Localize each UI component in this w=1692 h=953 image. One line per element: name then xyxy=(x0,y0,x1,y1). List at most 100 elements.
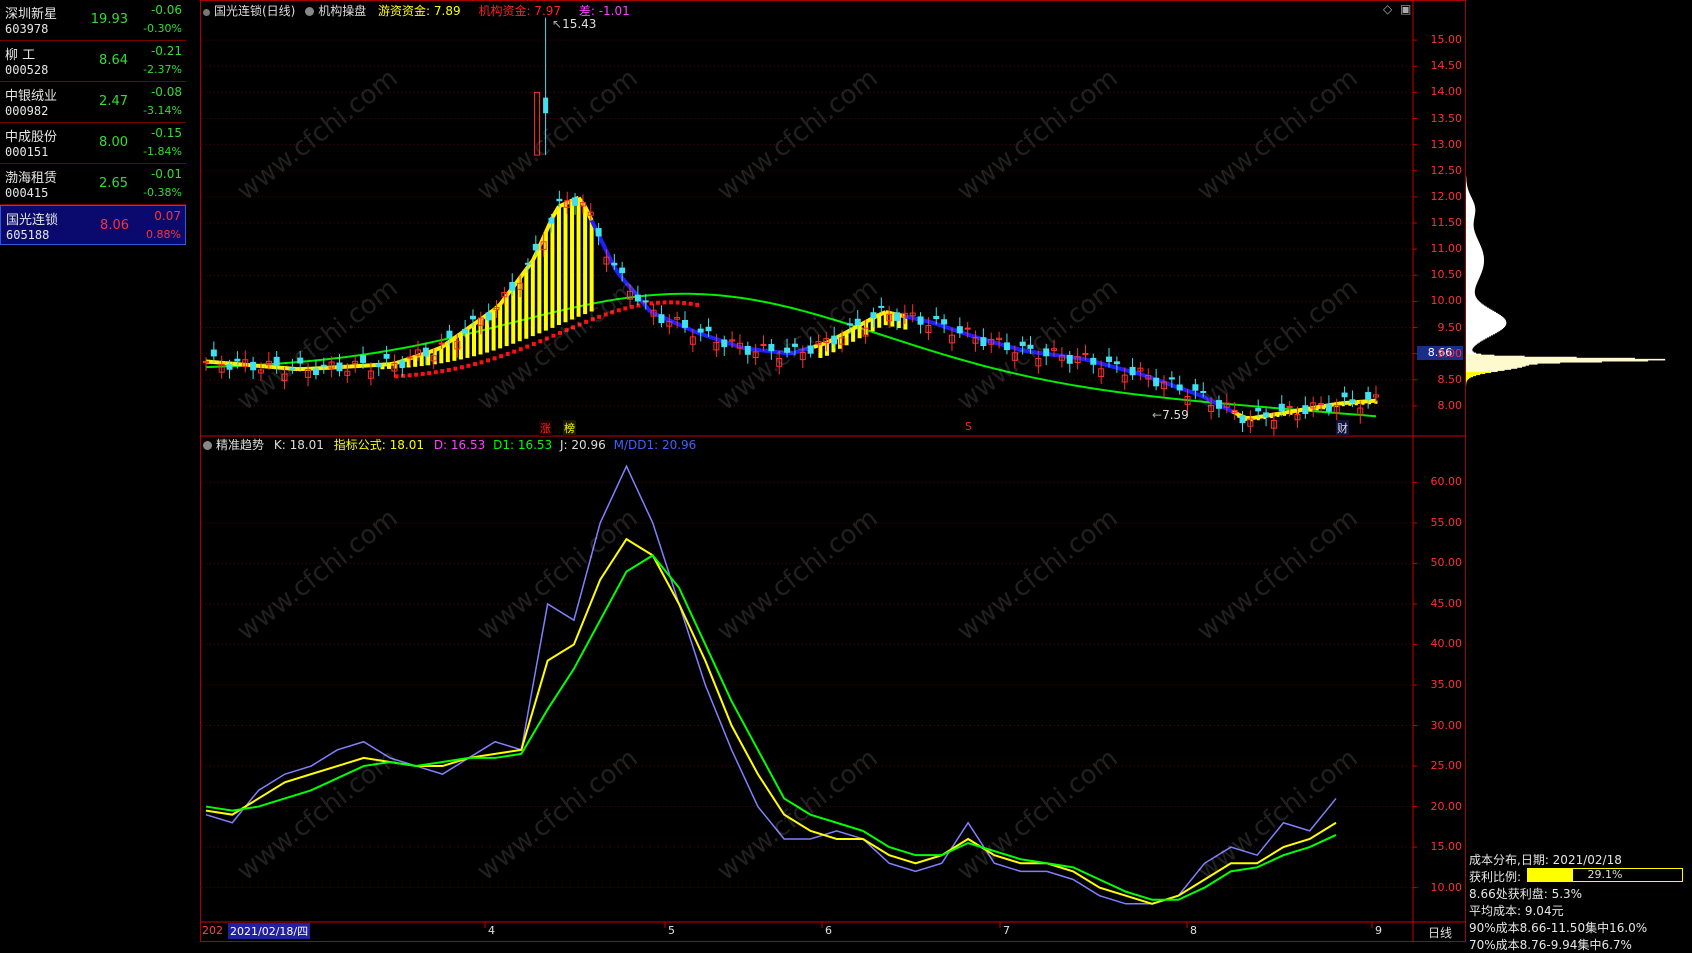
watchlist-price: 2.47 xyxy=(84,94,128,109)
watchlist-code: 000415 xyxy=(5,186,48,200)
profit-value: 29.1% xyxy=(1528,868,1682,881)
trend-slow-line xyxy=(610,310,614,314)
candle-body xyxy=(1287,407,1292,408)
trend-slow-line xyxy=(453,367,457,371)
trend-slow-line xyxy=(545,336,549,340)
watchlist-name: 柳 工 xyxy=(5,44,35,63)
trend-fast-line xyxy=(801,349,808,351)
trend-fast-line xyxy=(997,343,1004,345)
watchlist-name: 国光连锁 xyxy=(6,209,58,228)
watchlist-row[interactable]: 中银绒业0009822.47-0.08-3.14% xyxy=(0,82,186,123)
candle-body xyxy=(1177,385,1182,390)
watchlist-pct: -3.14% xyxy=(143,104,182,117)
chart-svg[interactable] xyxy=(200,0,1466,942)
trend-fast-line xyxy=(435,347,442,350)
watchlist-row[interactable]: 深圳新星60397819.93-0.06-0.30% xyxy=(0,0,186,41)
candle-body xyxy=(510,282,515,290)
watchlist-pct: 0.88% xyxy=(146,228,181,241)
candle-body xyxy=(204,361,209,362)
bang-marker[interactable]: 榜 xyxy=(563,420,576,436)
y-tick-label: 10.00 xyxy=(1416,881,1462,894)
watchlist-pct: -1.84% xyxy=(143,145,182,158)
bottom-indicator-name[interactable]: 精准趋势 xyxy=(216,438,264,452)
candle-body xyxy=(871,313,876,318)
trend-slow-line xyxy=(473,362,477,366)
window-toggle-icon[interactable]: ▣ xyxy=(1400,2,1411,16)
candle-body xyxy=(847,324,852,325)
candle-body xyxy=(895,313,900,321)
trend-fast-line xyxy=(1115,367,1122,369)
trend-slow-line xyxy=(656,301,660,305)
trend-slow-line xyxy=(447,368,451,372)
watchlist-change: -0.06 xyxy=(151,3,182,17)
indicator-dot-icon[interactable] xyxy=(305,7,314,16)
stock-title: 国光连锁(日线) xyxy=(214,4,295,18)
candle-body xyxy=(706,327,711,330)
d1-value: D1: 16.53 xyxy=(493,438,552,452)
trend-fast-line xyxy=(219,363,226,364)
trend-slow-line xyxy=(695,303,699,307)
kdj-line-k xyxy=(206,539,1336,904)
candle-body xyxy=(942,320,947,324)
trend-fast-line xyxy=(1023,350,1030,351)
candle-body xyxy=(1130,367,1135,374)
candle-body xyxy=(1216,401,1221,409)
trend-fast-line xyxy=(879,312,886,315)
s-marker[interactable]: S xyxy=(965,420,972,433)
candle-body xyxy=(1303,406,1308,414)
trend-fast-line xyxy=(1291,411,1298,412)
cost-70: 70%成本8.76-9.94集中6.7% xyxy=(1469,936,1632,953)
candle-body xyxy=(211,350,216,356)
candle-body xyxy=(855,319,860,324)
candle-body xyxy=(447,331,452,337)
trend-fast-line xyxy=(735,345,742,347)
candle-body xyxy=(408,357,413,358)
trend-slow-line xyxy=(519,347,523,351)
top-indicator-name[interactable]: 机构操盘 xyxy=(318,4,366,18)
trend-slow-line xyxy=(558,331,562,335)
trend-fast-line xyxy=(1271,414,1278,415)
chart-frame: 国光连锁(日线) 机构操盘 游资资金: 7.89 机构资金: 7.97 差: -… xyxy=(200,0,1466,942)
watchlist-row[interactable]: 柳 工0005288.64-0.21-2.37% xyxy=(0,41,186,82)
candle-body xyxy=(785,348,790,352)
candle-body xyxy=(251,362,256,369)
trend-fast-line xyxy=(1010,347,1017,349)
diamond-icon[interactable]: ◇ xyxy=(1383,2,1392,16)
watchlist-row[interactable]: 国光连锁6051888.060.070.88% xyxy=(0,205,186,245)
candle-body xyxy=(298,358,303,363)
settings-dot-icon[interactable] xyxy=(203,9,210,16)
y-tick-label: 13.50 xyxy=(1416,112,1462,125)
low-label: ←7.59 xyxy=(1152,408,1189,422)
watchlist-row[interactable]: 中成股份0001518.00-0.15-1.84% xyxy=(0,123,186,164)
x-axis-prefix: 202 xyxy=(202,924,223,937)
zhang-marker[interactable]: 涨 xyxy=(539,420,552,436)
cai-marker[interactable]: 财 xyxy=(1336,420,1349,436)
watchlist-code: 605188 xyxy=(6,228,49,242)
candle-body xyxy=(1004,343,1009,350)
candle-body xyxy=(1240,416,1245,423)
cost-date-line: 成本分布,日期: 2021/02/18 xyxy=(1469,851,1622,868)
chart-border xyxy=(201,1,1466,942)
candle-body xyxy=(543,98,548,114)
trend-slow-line xyxy=(401,374,405,378)
y-tick-label: 12.00 xyxy=(1416,190,1462,203)
trend-slow-line xyxy=(676,301,680,305)
trend-slow-line xyxy=(682,301,686,305)
candle-body xyxy=(290,368,295,369)
trend-slow-line xyxy=(506,352,510,356)
trend-fast-line xyxy=(618,273,625,281)
watchlist-price: 8.64 xyxy=(84,53,128,68)
watchlist-row[interactable]: 渤海租赁0004152.65-0.01-0.38% xyxy=(0,164,186,205)
trend-fast-line xyxy=(1337,403,1344,404)
cost-histogram xyxy=(1466,0,1692,800)
period-tab[interactable]: 日线 xyxy=(1428,924,1452,941)
candle-body xyxy=(235,359,240,361)
trend-fast-line xyxy=(1278,413,1285,414)
candle-body xyxy=(423,348,428,356)
indicator2-dot-icon[interactable] xyxy=(203,441,212,450)
watchlist-pct: -0.38% xyxy=(143,186,182,199)
candle-body xyxy=(1193,385,1198,390)
watchlist-code: 000982 xyxy=(5,104,48,118)
candle-body xyxy=(1044,349,1049,356)
candle-body xyxy=(1326,405,1331,411)
